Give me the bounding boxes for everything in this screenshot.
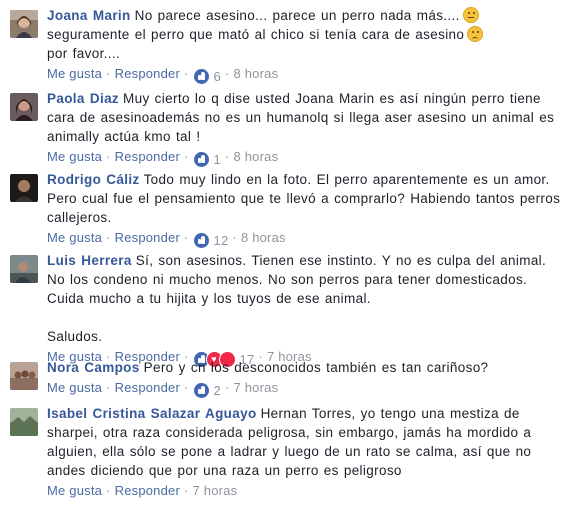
like-button[interactable]: Me gusta <box>47 483 102 498</box>
like-button[interactable]: Me gusta <box>47 380 102 395</box>
timestamp[interactable]: 8 horas <box>234 149 279 164</box>
avatar-man-photo-icon <box>10 174 38 202</box>
reaction-summary[interactable]: 1 <box>192 151 221 168</box>
reply-button[interactable]: Responder <box>115 230 180 245</box>
reply-button[interactable]: Responder <box>115 380 180 395</box>
avatar[interactable] <box>10 10 38 38</box>
reaction-summary[interactable]: 2 <box>192 382 221 399</box>
avatar[interactable] <box>10 362 38 390</box>
comment-author[interactable]: Paola Diaz <box>47 91 119 106</box>
avatar-landscape-photo-icon <box>10 408 38 436</box>
comment-text: Nora Campos Pero y cn los desconocidos ta… <box>47 360 489 375</box>
comment-actions: Me gusta · Responder · 6 · 8 horas <box>47 66 279 85</box>
comment-actions: Me gusta · Responder · 12 · 8 horas <box>47 230 286 249</box>
comment-text: Joana Marin No parece asesino... parece u… <box>47 6 568 63</box>
reply-button[interactable]: Responder <box>115 149 180 164</box>
avatar-man-photo-icon <box>10 255 38 283</box>
comment-author[interactable]: Joana Marin <box>47 8 131 23</box>
avatar[interactable] <box>10 408 38 436</box>
comment-author[interactable]: Nora Campos <box>47 360 140 375</box>
avatar[interactable] <box>10 255 38 283</box>
avatar-group-photo-icon <box>10 362 38 390</box>
comment-author[interactable]: Luis Herrera <box>47 253 132 268</box>
disappointed-emoji-icon <box>467 26 484 42</box>
comment-author[interactable]: Rodrigo Cáliz <box>47 172 140 187</box>
avatar-woman-photo-icon <box>10 10 38 38</box>
reply-button[interactable]: Responder <box>115 483 180 498</box>
like-button[interactable]: Me gusta <box>47 149 102 164</box>
like-button[interactable]: Me gusta <box>47 230 102 245</box>
timestamp[interactable]: 7 horas <box>234 380 279 395</box>
reply-button[interactable]: Responder <box>115 66 180 81</box>
avatar[interactable] <box>10 93 38 121</box>
comment-thread: Joana Marin No parece asesino... parece u… <box>0 0 576 516</box>
like-reaction-icon <box>192 68 210 85</box>
like-reaction-icon <box>192 232 210 249</box>
like-button[interactable]: Me gusta <box>47 66 102 81</box>
avatar[interactable] <box>10 174 38 202</box>
smile-emoji-icon <box>462 7 479 23</box>
comment-text: Paola Diaz Muy cierto lo q dise usted Joa… <box>47 91 555 144</box>
timestamp[interactable]: 8 horas <box>234 66 279 81</box>
comment-text: Luis Herrera Sí, son asesinos. Tienen ese… <box>47 253 547 344</box>
like-reaction-icon <box>192 382 210 399</box>
reaction-summary[interactable]: 12 <box>192 232 229 249</box>
comment-actions: Me gusta · Responder · 7 horas <box>47 483 238 498</box>
comment-text: Isabel Cristina Salazar Aguayo Hernan Tor… <box>47 406 532 478</box>
comment-actions: Me gusta · Responder · 1 · 8 horas <box>47 149 279 168</box>
comment-text: Rodrigo Cáliz Todo muy lindo en la foto. … <box>47 172 561 225</box>
avatar-woman-photo-icon <box>10 93 38 121</box>
timestamp[interactable]: 7 horas <box>193 483 238 498</box>
comment-author[interactable]: Isabel Cristina Salazar Aguayo <box>47 406 257 421</box>
timestamp[interactable]: 8 horas <box>241 230 286 245</box>
reaction-summary[interactable]: 6 <box>192 68 221 85</box>
like-reaction-icon <box>192 151 210 168</box>
comment-actions: Me gusta · Responder · 2 · 7 horas <box>47 380 279 399</box>
